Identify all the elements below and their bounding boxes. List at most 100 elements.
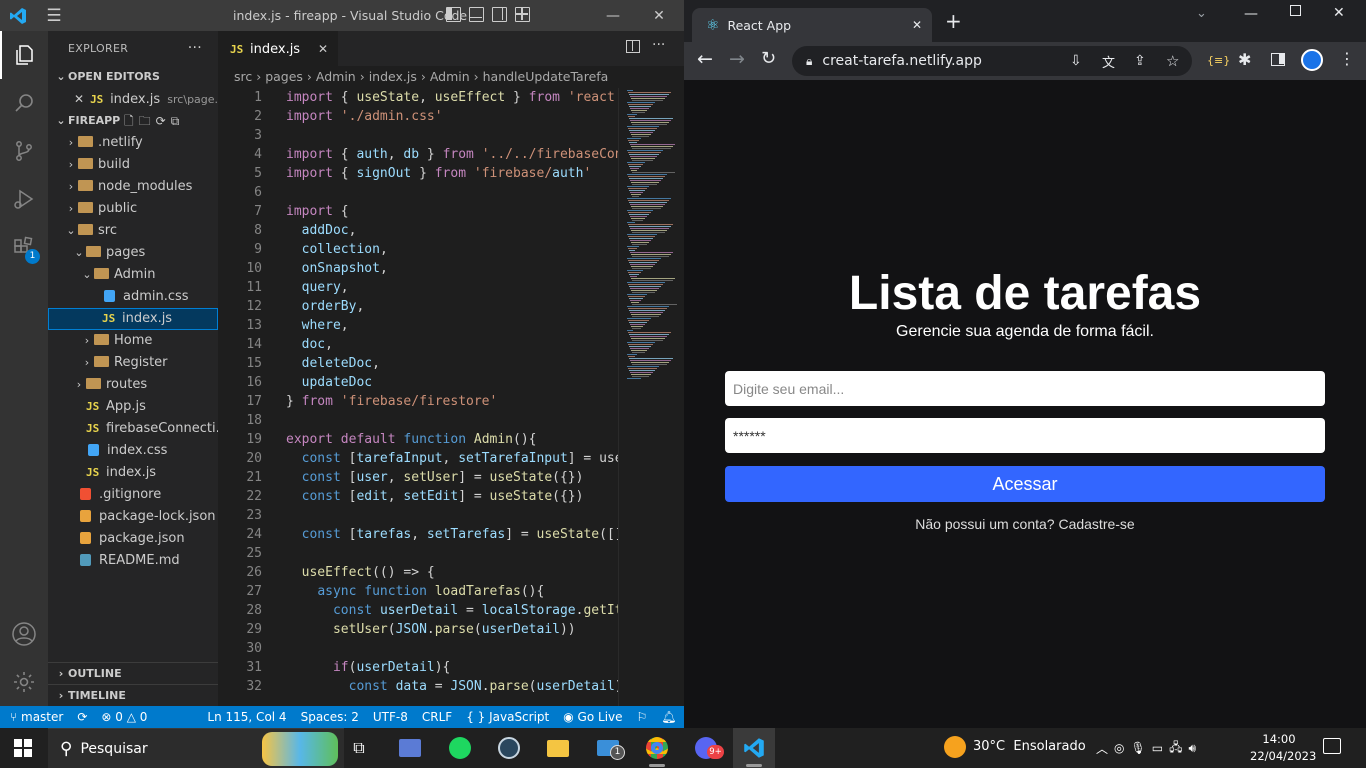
register-link[interactable]: Não possui um conta? Cadastre-se [684,516,1366,532]
tree-file[interactable]: package.json [48,528,218,550]
json-extension-icon[interactable]: {≡} [1207,54,1230,67]
tree-folder[interactable]: ⌄ src [48,220,218,242]
go-live-button[interactable]: ◉ Go Live [556,706,629,728]
tree-folder[interactable]: ⌄ Admin [48,264,218,286]
access-button[interactable]: Acessar [725,466,1325,502]
problems-item[interactable]: ⊗ 0 △ 0 [94,706,154,728]
share-icon[interactable]: ⇪ [1134,53,1146,69]
file-explorer-icon[interactable] [537,728,579,768]
code-line[interactable]: query, [286,278,349,297]
extensions-puzzle-icon[interactable]: ✱ [1238,50,1251,69]
chrome-taskbar-icon[interactable] [636,728,678,768]
notification-center-icon[interactable] [1323,738,1341,754]
code-line[interactable]: const data = JSON.parse(userDetail) [286,677,618,696]
code-view[interactable]: 1 import { useState, useEffect } from 're… [218,88,618,706]
discord-icon[interactable]: 9+ [685,728,727,768]
code-line[interactable]: const [tarefaInput, setTarefaInput] = us… [286,449,618,468]
translate-icon[interactable]: 文 [1102,52,1115,71]
windows-start-icon[interactable] [2,728,44,768]
indentation[interactable]: Spaces: 2 [294,706,366,728]
volume-icon[interactable]: 🔊︎ [1188,741,1196,756]
new-tab-icon[interactable]: + [945,11,962,31]
tree-file[interactable]: index.css [48,440,218,462]
close-window-icon[interactable]: ✕ [636,0,682,31]
tree-folder[interactable]: › node_modules [48,176,218,198]
tree-folder[interactable]: › public [48,198,218,220]
tree-folder[interactable]: › .netlify [48,132,218,154]
menu-hamburger-icon[interactable]: ☰ [35,0,73,31]
code-line[interactable]: if(userDetail){ [286,658,450,677]
code-line[interactable]: collection, [286,240,388,259]
taskbar-clock[interactable]: 14:00 22/04/2023 [1250,731,1316,765]
code-line[interactable]: import './admin.css' [286,107,443,126]
code-line[interactable]: updateDoc [286,373,372,392]
open-editor-item[interactable]: ✕ JS index.js src\page... [48,88,218,110]
maximize-icon[interactable] [1290,5,1301,16]
code-line[interactable]: where, [286,316,349,335]
tray-chevron-icon[interactable]: ︿ [1096,740,1108,757]
explorer-actions[interactable]: 🗋🗀⟳⧉ [124,110,184,132]
tree-folder[interactable]: › routes [48,374,218,396]
password-input[interactable] [725,418,1325,453]
account-icon[interactable] [0,610,48,658]
tree-file[interactable]: JS App.js [48,396,218,418]
branch-item[interactable]: ⑂ master [0,706,70,728]
webcam-icon[interactable]: ◎ [1114,741,1124,755]
close-tab-icon[interactable]: ✕ [912,18,922,32]
tab-index-js[interactable]: JS index.js ✕ [218,31,338,66]
code-line[interactable]: setUser(JSON.parse(userDetail)) [286,620,576,639]
extensions-icon[interactable]: 1 [0,223,48,271]
code-line[interactable]: doc, [286,335,333,354]
tree-file[interactable]: admin.css [48,286,218,308]
code-line[interactable]: async function loadTarefas(){ [286,582,544,601]
timeline-section[interactable]: › TIMELINE [48,684,218,706]
code-line[interactable]: import { auth, db } from '../../firebase… [286,145,618,164]
toggle-secondary-sidebar-icon[interactable] [492,7,507,22]
settings-gear-icon[interactable] [0,658,48,706]
network-icon[interactable]: 🖧︎ [1169,738,1182,759]
email-input[interactable] [725,371,1325,406]
tab-search-icon[interactable]: ⌄ [1196,6,1207,21]
chrome-menu-icon[interactable]: ⋮ [1339,49,1355,68]
task-view-icon[interactable]: ⧉ [338,728,380,768]
code-line[interactable]: const [edit, setEdit] = useState({}) [286,487,584,506]
eol[interactable]: CRLF [415,706,459,728]
breadcrumb-item[interactable]: Admin [430,69,470,84]
feedback-icon[interactable]: ⚐ [630,706,655,728]
spotify-icon[interactable] [439,728,481,768]
encoding[interactable]: UTF-8 [366,706,415,728]
breadcrumb-item[interactable]: src [234,69,252,84]
project-section[interactable]: ⌄ FIREAPP 🗋🗀⟳⧉ [48,110,218,132]
code-line[interactable]: } from 'firebase/firestore' [286,392,497,411]
browser-tab[interactable]: ⚛ React App ✕ [692,8,932,42]
vscode-taskbar-icon[interactable] [733,728,775,768]
tree-file[interactable]: JS index.js [48,308,218,330]
screen-capture-app-icon[interactable] [389,728,431,768]
back-arrow-icon[interactable]: ← [697,48,713,70]
tree-file[interactable]: package-lock.json [48,506,218,528]
tree-folder[interactable]: › Register [48,352,218,374]
breadcrumb-item[interactable]: pages [265,69,303,84]
taskbar-search[interactable]: ⚲ Pesquisar [48,728,344,768]
code-line[interactable]: export default function Admin(){ [286,430,537,449]
steam-icon[interactable] [488,728,530,768]
toggle-sidebar-icon[interactable] [446,7,461,22]
tree-file[interactable]: JS firebaseConnecti... [48,418,218,440]
code-line[interactable]: addDoc, [286,221,357,240]
forward-arrow-icon[interactable]: → [729,48,745,70]
code-line[interactable]: orderBy, [286,297,365,316]
close-tab-icon[interactable]: ✕ [318,42,328,56]
customize-layout-icon[interactable] [515,7,530,22]
search-icon[interactable] [0,79,48,127]
mail-icon[interactable]: 1 [587,728,629,768]
code-line[interactable]: import { [286,202,349,221]
bookmark-star-icon[interactable]: ☆ [1166,52,1179,70]
install-app-icon[interactable]: ⇩ [1070,53,1082,69]
tree-file[interactable]: README.md [48,550,218,572]
run-debug-icon[interactable] [0,175,48,223]
language-mode[interactable]: { } JavaScript [459,706,556,728]
tree-folder[interactable]: ⌄ pages [48,242,218,264]
tree-folder[interactable]: › Home [48,330,218,352]
cursor-position[interactable]: Ln 115, Col 4 [200,706,293,728]
code-line[interactable]: useEffect(() => { [286,563,435,582]
